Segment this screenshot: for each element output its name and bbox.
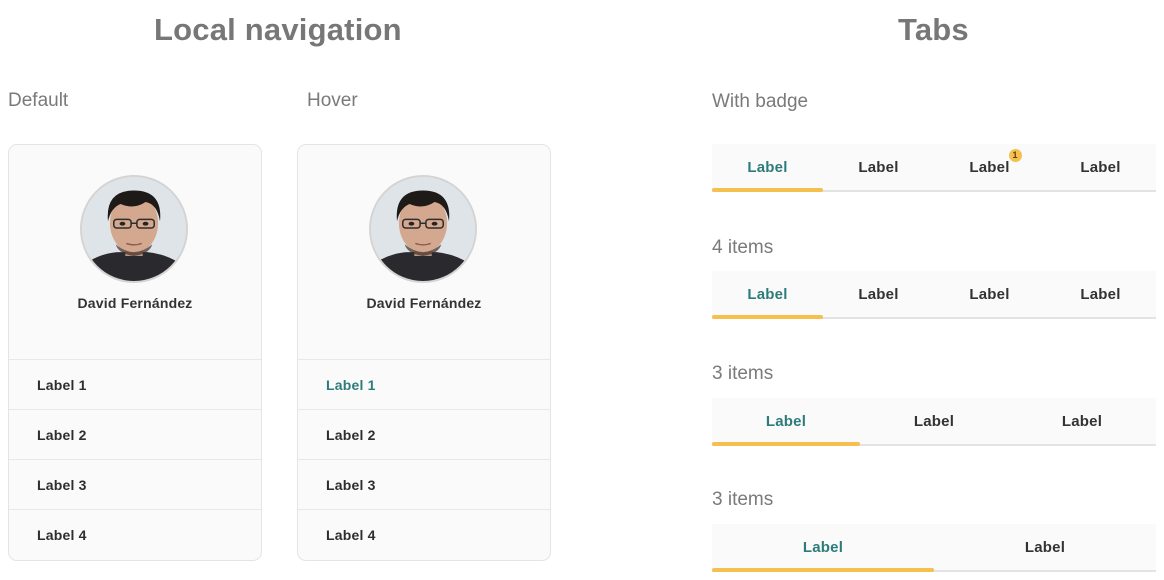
nav-item-label-3[interactable]: Label 3	[298, 460, 550, 510]
user-name: David Fernández	[366, 295, 482, 311]
tab-label: Label	[747, 285, 788, 303]
tab-label: Label	[913, 412, 955, 430]
tab-3[interactable]: Label	[1008, 398, 1156, 444]
nav-item-label-4[interactable]: Label 4	[298, 510, 550, 560]
tab-label: Label	[765, 412, 807, 430]
local-nav-card-default: David Fernández Label 1 Label 2 Label 3 …	[8, 144, 262, 561]
tab-2[interactable]: Label	[823, 271, 934, 317]
tabbar-4-items: Label Label Label Label	[712, 271, 1156, 319]
nav-item-label-4[interactable]: Label 4	[9, 510, 261, 560]
nav-item-label: Label 1	[37, 376, 87, 393]
tab-1[interactable]: Label	[712, 398, 860, 446]
tabbar-with-badge: Label Label Label 1 Label	[712, 144, 1156, 192]
tabbar-3-items: Label Label Label	[712, 398, 1156, 446]
avatar-portrait	[82, 177, 186, 281]
nav-item-label: Label 3	[326, 476, 376, 493]
tab-label: Label	[1080, 285, 1121, 303]
local-navigation-title: Local navigation	[154, 12, 402, 47]
tab-2[interactable]: Label	[934, 524, 1156, 570]
tab-label-wrap: Label 1	[969, 148, 1022, 176]
nav-item-label: Label 3	[37, 476, 87, 493]
tab-2[interactable]: Label	[823, 144, 934, 190]
tabs-group-3-items-label: 3 items	[712, 363, 774, 384]
default-state-label: Default	[8, 90, 69, 111]
tab-label: Label	[858, 285, 899, 303]
tab-label: Label	[969, 285, 1010, 303]
local-nav-card-hover: David Fernández Label 1 Label 2 Label 3 …	[297, 144, 551, 561]
tabs-group-2-tabs-label: 3 items	[712, 489, 774, 510]
tab-label: Label	[1024, 538, 1066, 556]
avatar[interactable]	[369, 175, 477, 283]
tab-label: Label	[802, 538, 844, 556]
tab-3[interactable]: Label	[934, 271, 1045, 317]
tabs-group-4-items-label: 4 items	[712, 237, 774, 258]
nav-item-label-3[interactable]: Label 3	[9, 460, 261, 510]
tabbar-2-items: Label Label	[712, 524, 1156, 572]
nav-item-label: Label 4	[37, 527, 87, 543]
nav-item-label: Label 2	[37, 426, 87, 443]
tab-1[interactable]: Label	[712, 524, 934, 572]
profile-header: David Fernández	[298, 145, 550, 360]
nav-item-label: Label 1	[326, 376, 376, 393]
nav-item-label-2[interactable]: Label 2	[9, 410, 261, 460]
avatar-portrait	[371, 177, 475, 281]
tab-1[interactable]: Label	[712, 144, 823, 192]
nav-item-label: Label 4	[326, 527, 376, 543]
tab-label: Label	[747, 158, 788, 176]
tab-3[interactable]: Label 1	[934, 144, 1045, 190]
tab-label: Label	[1061, 412, 1103, 430]
nav-item-label: Label 2	[326, 426, 376, 443]
tab-label: Label	[1080, 158, 1121, 176]
tab-label: Label	[858, 158, 899, 176]
tabs-group-with-badge-label: With badge	[712, 91, 809, 112]
nav-item-label-1[interactable]: Label 1	[298, 360, 550, 410]
nav-item-label-1[interactable]: Label 1	[9, 360, 261, 410]
profile-header: David Fernández	[9, 145, 261, 360]
tab-2[interactable]: Label	[860, 398, 1008, 444]
avatar[interactable]	[80, 175, 188, 283]
user-name: David Fernández	[77, 295, 193, 311]
notification-badge: 1	[1008, 148, 1022, 162]
hover-state-label: Hover	[307, 90, 358, 111]
tab-label: Label	[969, 158, 1010, 176]
nav-item-label-2[interactable]: Label 2	[298, 410, 550, 460]
tab-1[interactable]: Label	[712, 271, 823, 319]
tab-4[interactable]: Label	[1045, 271, 1156, 317]
tabs-title: Tabs	[898, 12, 969, 47]
tab-4[interactable]: Label	[1045, 144, 1156, 190]
